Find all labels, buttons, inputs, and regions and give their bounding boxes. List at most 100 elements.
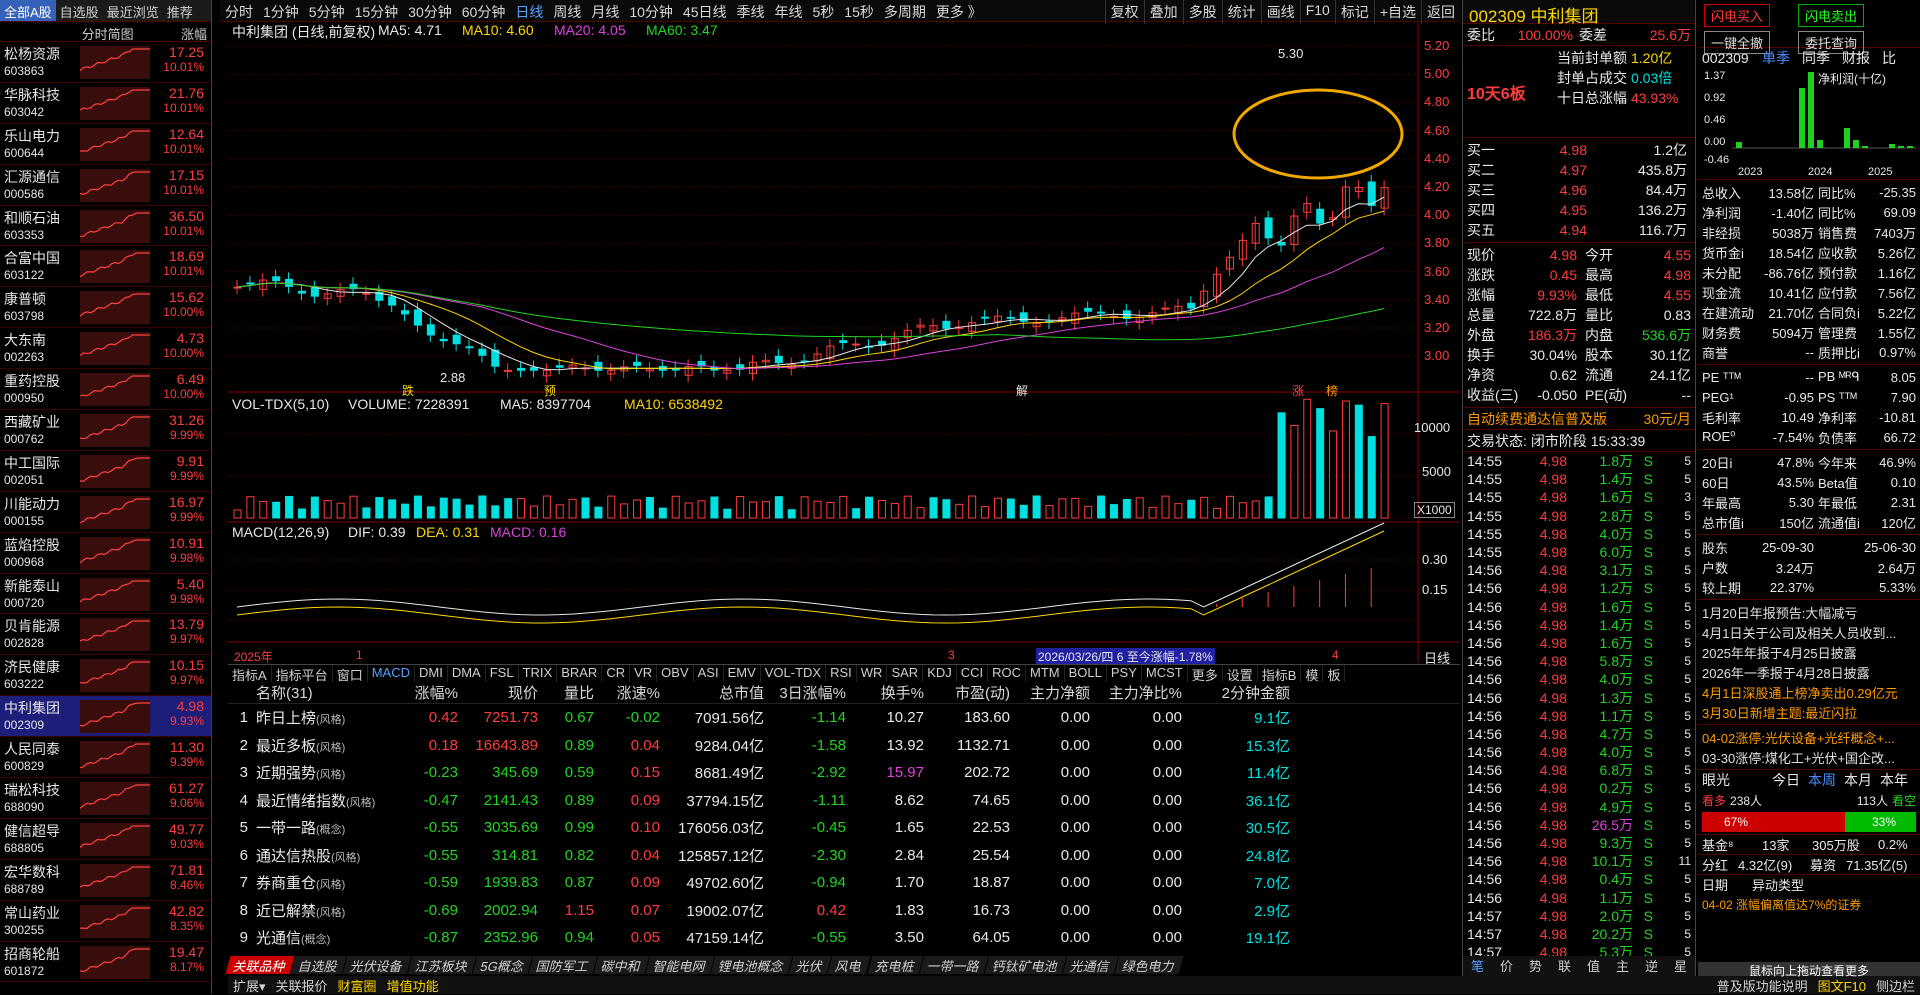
related-tab-8[interactable]: 锂电池概念 [711, 956, 794, 974]
stock-row[interactable]: 大东南 002263 4.73 10.00% [0, 328, 211, 370]
indicator-tab-12[interactable]: ASI [694, 665, 724, 682]
stock-row[interactable]: 川能动力 000155 16.97 9.99% [0, 492, 211, 533]
eye-tab-today[interactable]: 今日 [1772, 770, 1808, 790]
table-row[interactable]: 1 昨日上榜(风格) 0.42 7251.73 0.67 -0.02 7091.56亿 -1.… [228, 704, 1460, 732]
quote-tab-2[interactable]: 势 [1521, 956, 1550, 976]
stock-row[interactable]: 西藏矿业 000762 31.26 9.99% [0, 410, 211, 451]
period-tab-4[interactable]: 30分钟 [403, 0, 457, 21]
indicator-tab-11[interactable]: OBV [657, 665, 694, 682]
indicator-tab-26[interactable]: 设置 [1223, 665, 1258, 683]
tab-all-a[interactable]: 全部A股 [0, 0, 56, 21]
kline-chart-area[interactable]: 中利集团 (日线,前复权) MA5: 4.71 MA10: 4.60 MA20:… [228, 22, 1460, 666]
bid-row[interactable]: 买二 4.97 435.8万 [1467, 160, 1691, 180]
news-item[interactable]: 4月1日关于公司及相关人员收到... [1702, 622, 1916, 642]
tab-recent[interactable]: 最近浏览 [103, 0, 163, 21]
col-header-12[interactable]: 2分钟金额 [1182, 682, 1290, 703]
period-tab-7[interactable]: 周线 [548, 0, 586, 21]
period-tab-14[interactable]: 15秒 [839, 0, 879, 21]
tool-button-5[interactable]: F10 [1299, 0, 1335, 24]
col-header-8[interactable]: 换手% [846, 682, 924, 703]
related-tab-5[interactable]: 国防军工 [528, 956, 599, 974]
period-tab-9[interactable]: 10分钟 [624, 0, 678, 21]
bid-row[interactable]: 买一 4.98 1.2亿 [1467, 140, 1691, 160]
marker-jie[interactable]: 解 [1016, 382, 1028, 399]
tab-single-quarter[interactable]: 单季 [1762, 48, 1802, 68]
stock-row[interactable]: 康普顿 603798 15.62 10.00% [0, 287, 211, 329]
table-row[interactable]: 9 光通信(概念) -0.87 2352.96 0.94 0.05 47159.14亿 -0.… [228, 924, 1460, 952]
period-tab-2[interactable]: 5分钟 [304, 0, 350, 21]
ad-row[interactable]: 自动续费通达信普及版 30元/月 [1463, 408, 1695, 430]
stock-row[interactable]: 招商轮船 601872 19.47 8.17% [0, 942, 211, 983]
indicator-tab-13[interactable]: EMV [724, 665, 761, 682]
indicator-tab-9[interactable]: CR [602, 665, 631, 682]
related-tab-0[interactable]: 关联品种 [225, 956, 296, 974]
status-item-2[interactable]: 财富圈 [333, 976, 382, 994]
indicator-tab-10[interactable]: VR [630, 665, 658, 682]
stock-row[interactable]: 松杨资源 603863 17.25 10.01% [0, 42, 211, 83]
related-tab-13[interactable]: 钙钛矿电池 [984, 956, 1067, 974]
related-tab-7[interactable]: 智能电网 [646, 956, 716, 974]
concept-item[interactable]: 03-30涨停:煤化工+光伏+国企改... [1702, 747, 1916, 767]
table-row[interactable]: 5 一带一路(概念) -0.55 3035.69 0.99 0.10 176056.03亿 -… [228, 814, 1460, 842]
tool-button-4[interactable]: 画线 [1260, 0, 1300, 24]
bid-row[interactable]: 买四 4.95 136.2万 [1467, 200, 1691, 220]
indicator-tab-27[interactable]: 指标B [1258, 665, 1302, 683]
indicator-tab-19[interactable]: CCI [957, 665, 989, 682]
status-item-0[interactable]: 扩展▾ [228, 976, 271, 994]
indicator-tab-5[interactable]: DMA [448, 665, 486, 682]
eye-tab-year[interactable]: 本年 [1880, 770, 1916, 790]
indicator-tab-2[interactable]: 窗口 [333, 665, 368, 683]
col-header-4[interactable]: 量比 [538, 682, 594, 703]
table-row[interactable]: 8 近已解禁(风格) -0.69 2002.94 1.15 0.07 19002.07亿 0.… [228, 897, 1460, 925]
quote-tab-1[interactable]: 价 [1492, 956, 1521, 976]
stock-row[interactable]: 宏华数科 688789 71.81 8.46% [0, 860, 211, 901]
related-tab-4[interactable]: 5G概念 [472, 956, 534, 974]
sentiment-bar[interactable]: 67% 33% [1702, 812, 1916, 832]
stock-row[interactable]: 和顺石油 603353 36.50 10.01% [0, 206, 211, 247]
related-tab-6[interactable]: 碳中和 [594, 956, 651, 974]
col-header-1[interactable]: 名称(31) [252, 682, 402, 703]
indicator-tab-14[interactable]: VOL-TDX [761, 665, 827, 682]
status-item-1[interactable]: 关联报价 [271, 976, 333, 994]
stock-row[interactable]: 乐山电力 600644 12.64 10.01% [0, 124, 211, 165]
indicator-tab-7[interactable]: TRIX [519, 665, 558, 682]
stock-row[interactable]: 蓝焰控股 000968 10.91 9.98% [0, 533, 211, 574]
anomaly-text[interactable]: 04-02 涨幅偏离值达7%的证券 [1702, 896, 1861, 913]
status-item-6[interactable]: 侧边栏 [1871, 976, 1920, 994]
indicator-tab-18[interactable]: KDJ [923, 665, 957, 682]
stock-row[interactable]: 汇源通信 000586 17.15 10.01% [0, 165, 211, 206]
indicator-tab-1[interactable]: 指标平台 [272, 665, 333, 683]
col-header-2[interactable]: 涨幅% [402, 682, 458, 703]
related-tab-14[interactable]: 光通信 [1062, 956, 1119, 974]
news-item[interactable]: 3月30日新增主题:最近闪拉 [1702, 702, 1916, 722]
tab-watchlist[interactable]: 自选股 [56, 0, 103, 21]
indicator-tab-24[interactable]: MCST [1142, 665, 1188, 682]
status-item-3[interactable]: 增值功能 [382, 976, 444, 994]
indicator-tab-22[interactable]: BOLL [1065, 665, 1107, 682]
indicator-tab-20[interactable]: ROC [988, 665, 1027, 682]
table-row[interactable]: 4 最近情绪指数(风格) -0.47 2141.43 0.89 0.09 37794.15亿… [228, 787, 1460, 815]
indicator-tab-17[interactable]: SAR [887, 665, 924, 682]
profit-chart[interactable]: 净利润(十亿) 1.37 0.92 0.46 0.00 -0.46 2023 2… [1698, 68, 1920, 180]
indicator-tab-28[interactable]: 模 [1301, 665, 1324, 683]
news-item[interactable]: 4月1日深股通上榜净卖出0.29亿元 [1702, 682, 1916, 702]
period-tab-15[interactable]: 多周期 [879, 0, 931, 21]
stock-row[interactable]: 常山药业 300255 42.82 8.35% [0, 901, 211, 942]
kline-chart-svg[interactable] [228, 22, 1460, 662]
quote-tab-7[interactable]: 星 [1666, 956, 1695, 976]
col-header-3[interactable]: 现价 [458, 682, 538, 703]
indicator-tab-4[interactable]: DMI [415, 665, 448, 682]
quote-tab-5[interactable]: 主 [1608, 956, 1637, 976]
tab-same-quarter[interactable]: 同季 [1802, 48, 1842, 68]
related-tab-1[interactable]: 自选股 [290, 956, 348, 974]
ad-text[interactable]: 自动续费通达信普及版 [1467, 409, 1607, 429]
quote-tab-0[interactable]: 笔 [1463, 956, 1492, 976]
related-tab-15[interactable]: 绿色电力 [1114, 956, 1184, 974]
period-tab-11[interactable]: 季线 [731, 0, 769, 21]
tool-button-8[interactable]: 返回 [1421, 0, 1460, 24]
col-header-11[interactable]: 主力净比% [1090, 682, 1182, 703]
stock-row[interactable]: 人民同泰 600829 11.30 9.39% [0, 737, 211, 779]
tool-button-2[interactable]: 多股 [1182, 0, 1222, 24]
eye-tab-month[interactable]: 本月 [1844, 770, 1880, 790]
period-tab-10[interactable]: 45日线 [678, 0, 732, 21]
